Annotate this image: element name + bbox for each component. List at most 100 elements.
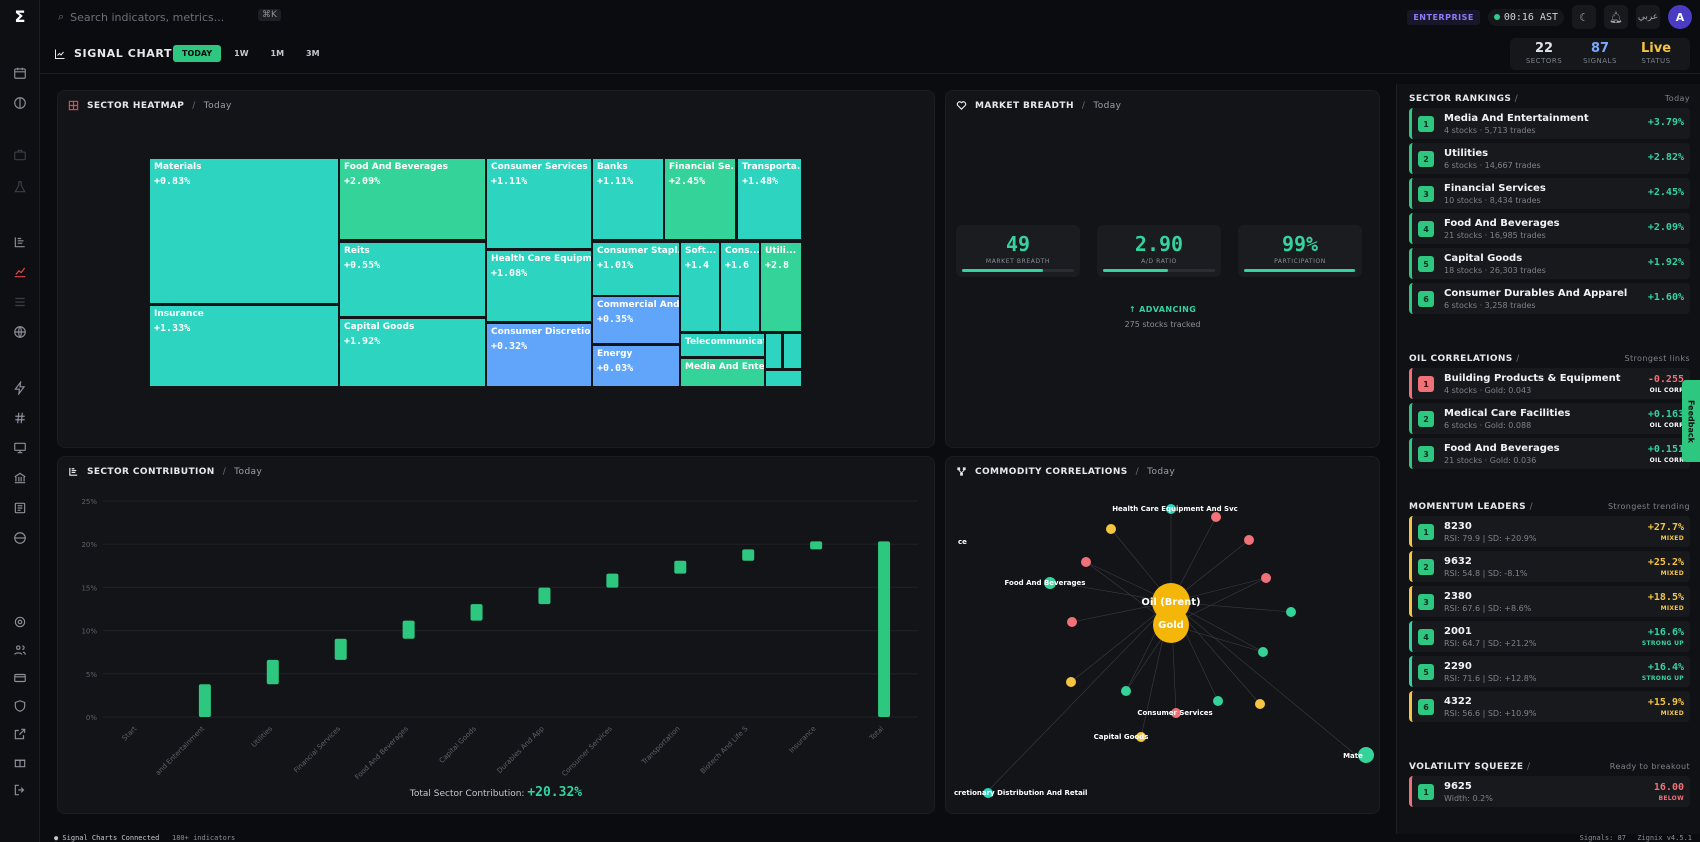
lightning-icon[interactable]: [11, 379, 29, 397]
node[interactable]: [1258, 647, 1268, 657]
app-logo[interactable]: Σ: [11, 7, 29, 26]
flask-icon[interactable]: [11, 178, 29, 196]
node[interactable]: [1066, 677, 1076, 687]
contribution-bar[interactable]: [538, 587, 551, 605]
ranking-row[interactable]: 3 Financial Services 10 stocks · 8,434 tra…: [1409, 178, 1690, 209]
globe-half-icon[interactable]: [11, 94, 29, 112]
ranking-row[interactable]: 6 Consumer Durables And Apparel 6 stocks ·…: [1409, 283, 1690, 314]
contribution-bar[interactable]: [674, 560, 687, 574]
oil-correlation-row[interactable]: 2 Medical Care Facilities 6 stocks · Gold:…: [1409, 403, 1690, 434]
contribution-bar[interactable]: [198, 684, 211, 717]
logout-icon[interactable]: [11, 781, 29, 799]
range-tab-3m[interactable]: 3M: [297, 45, 329, 62]
node[interactable]: [1081, 557, 1091, 567]
ranking-row[interactable]: 5 Capital Goods 18 stocks · 26,303 trades +…: [1409, 248, 1690, 279]
contribution-bar[interactable]: [334, 638, 347, 660]
node[interactable]: [1213, 696, 1223, 706]
heatmap-tile[interactable]: Health Care Equipme... +1.08%: [487, 251, 591, 321]
node[interactable]: [1067, 617, 1077, 627]
heatmap-tile[interactable]: Consumer Services +1.11%: [487, 159, 591, 248]
heatmap-tile[interactable]: Soft... +1.4: [681, 243, 719, 331]
heatmap-tile[interactable]: Utili... +2.8: [761, 243, 801, 331]
heatmap-tile[interactable]: Consumer Stapl... +1.01%: [593, 243, 679, 295]
x-tick-label: Start: [121, 725, 139, 743]
node[interactable]: [1286, 607, 1296, 617]
card-icon[interactable]: [11, 669, 29, 687]
heatmap-tile[interactable]: Insurance +1.33%: [150, 306, 338, 386]
node[interactable]: [1106, 524, 1116, 534]
node[interactable]: [1211, 512, 1221, 522]
heatmap-tile[interactable]: Transporta... +1.48%: [738, 159, 801, 239]
momentum-row[interactable]: 5 2290 RSI: 71.6 | SD: +12.8% +16.4% STRONG …: [1409, 656, 1690, 687]
contribution-bar[interactable]: [402, 620, 415, 639]
contribution-bar[interactable]: [742, 549, 755, 561]
external-link-icon[interactable]: [11, 725, 29, 743]
heatmap-tile[interactable]: Telecommunicat...: [681, 334, 764, 356]
momentum-row[interactable]: 4 2001 RSI: 64.7 | SD: +21.2% +16.6% STRONG …: [1409, 621, 1690, 652]
hashtag-icon[interactable]: [11, 409, 29, 427]
node[interactable]: [1244, 535, 1254, 545]
contribution-bar[interactable]: [810, 541, 823, 550]
node[interactable]: [1121, 686, 1131, 696]
node[interactable]: [1261, 573, 1271, 583]
heatmap-tile[interactable]: Financial Se... +2.45%: [665, 159, 735, 239]
contribution-bar[interactable]: [606, 573, 619, 588]
briefcase-icon[interactable]: [11, 146, 29, 164]
heatmap-tile[interactable]: Energy +0.03%: [593, 346, 679, 386]
contribution-bar[interactable]: [266, 659, 279, 685]
heatmap-tile[interactable]: [766, 371, 801, 386]
momentum-row[interactable]: 2 9632 RSI: 54.8 | SD: -8.1% +25.2% MIXED: [1409, 551, 1690, 582]
oil-correlation-row[interactable]: 1 Building Products & Equipment 4 stocks ·…: [1409, 368, 1690, 399]
stat-signals: 87 SIGNALS: [1572, 38, 1628, 70]
row-meta: 10 stocks · 8,434 trades: [1444, 196, 1541, 205]
menu-lines-icon[interactable]: [11, 293, 29, 311]
oil-correlation-row[interactable]: 3 Food And Beverages 21 stocks · Gold: 0.0…: [1409, 438, 1690, 469]
language-toggle[interactable]: عربي: [1636, 5, 1660, 29]
squeeze-row[interactable]: 1 9625 Width: 0.2% 16.00 BELOW: [1409, 776, 1690, 807]
search-box[interactable]: ⌕ Search indicators, metrics... ⌘K: [58, 8, 304, 26]
row-name: 2001: [1444, 626, 1472, 637]
theme-toggle-moon-icon[interactable]: ☾: [1572, 5, 1596, 29]
correlation-network[interactable]: Oil (Brent) Gold Health Care Equipment A…: [946, 457, 1381, 815]
heatmap-tile[interactable]: Materials +0.83%: [150, 159, 338, 303]
contribution-bar[interactable]: [470, 604, 483, 621]
world-icon[interactable]: [11, 529, 29, 547]
momentum-row[interactable]: 6 4322 RSI: 56.6 | SD: +10.9% +15.9% MIXED: [1409, 691, 1690, 722]
heatmap-tile[interactable]: Banks +1.11%: [593, 159, 663, 239]
feedback-tab[interactable]: Feedback: [1682, 380, 1700, 462]
newspaper-icon[interactable]: [11, 499, 29, 517]
momentum-row[interactable]: 3 2380 RSI: 67.6 | SD: +8.6% +18.5% MIXED: [1409, 586, 1690, 617]
monitor-icon[interactable]: [11, 439, 29, 457]
section-title-wrap: OIL CORRELATIONS /: [1409, 354, 1520, 364]
range-tab-today[interactable]: TODAY: [173, 45, 222, 62]
search-input[interactable]: Search indicators, metrics...: [70, 11, 224, 24]
heatmap-tile[interactable]: Media And Enter...: [681, 359, 764, 386]
avatar[interactable]: A: [1668, 5, 1692, 29]
contribution-bar[interactable]: [878, 541, 891, 717]
ranking-row[interactable]: 1 Media And Entertainment 4 stocks · 5,713…: [1409, 108, 1690, 139]
shield-icon[interactable]: [11, 697, 29, 715]
bar-list-icon[interactable]: [11, 233, 29, 251]
notifications-bell-icon[interactable]: 🔔︎: [1604, 5, 1628, 29]
range-tab-1w[interactable]: 1W: [225, 45, 257, 62]
heatmap-tile[interactable]: [766, 334, 781, 368]
globe-icon[interactable]: [11, 323, 29, 341]
heatmap-tile[interactable]: Capital Goods +1.92%: [340, 319, 485, 386]
heatmap-tile[interactable]: [784, 334, 801, 368]
momentum-row[interactable]: 1 8230 RSI: 79.9 | SD: +20.9% +27.7% MIXED: [1409, 516, 1690, 547]
users-icon[interactable]: [11, 641, 29, 659]
ranking-row[interactable]: 4 Food And Beverages 21 stocks · 16,985 tr…: [1409, 213, 1690, 244]
heatmap-tile[interactable]: Consumer Discretion... +0.32%: [487, 324, 591, 386]
bank-icon[interactable]: [11, 469, 29, 487]
ranking-row[interactable]: 2 Utilities 6 stocks · 14,667 trades +2.82%: [1409, 143, 1690, 174]
heatmap-tile[interactable]: Commercial And... +0.35%: [593, 297, 679, 343]
line-chart-icon[interactable]: [11, 263, 29, 281]
node[interactable]: [1255, 699, 1265, 709]
heatmap-tile[interactable]: Cons... +1.6: [721, 243, 759, 331]
heatmap-tile[interactable]: Reits +0.55%: [340, 243, 485, 316]
range-tab-1m[interactable]: 1M: [262, 45, 294, 62]
settings-icon[interactable]: [11, 613, 29, 631]
gift-icon[interactable]: [11, 753, 29, 771]
calendar-icon[interactable]: [11, 64, 29, 82]
heatmap-tile[interactable]: Food And Beverages +2.09%: [340, 159, 485, 239]
